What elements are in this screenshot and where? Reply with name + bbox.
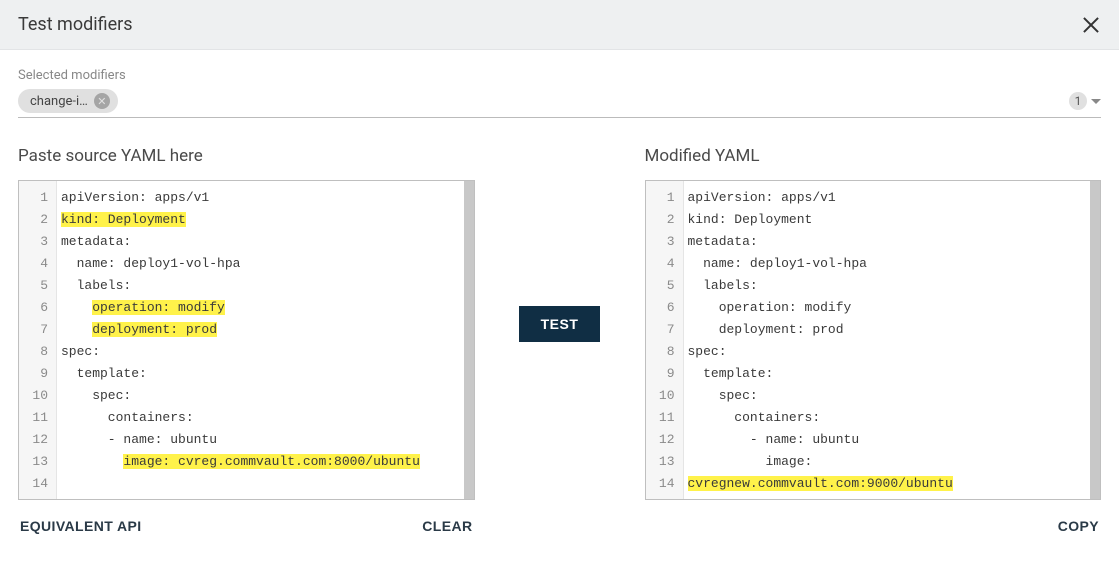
selected-modifiers-field[interactable]: change-i… ✕ 1 bbox=[18, 89, 1101, 118]
modified-code: apiVersion: apps/v1kind: Deploymentmetad… bbox=[684, 181, 1091, 499]
dialog-title: Test modifiers bbox=[18, 14, 133, 35]
selected-modifiers-label: Selected modifiers bbox=[18, 68, 1101, 83]
clear-button[interactable]: CLEAR bbox=[420, 514, 474, 538]
code-line: deployment: prod bbox=[688, 319, 1085, 341]
expand-modifiers-caret[interactable] bbox=[1091, 99, 1101, 104]
source-yaml-title: Paste source YAML here bbox=[18, 146, 475, 166]
code-line: operation: modify bbox=[61, 297, 458, 319]
modified-yaml-title: Modified YAML bbox=[645, 146, 1102, 166]
code-line: operation: modify bbox=[688, 297, 1085, 319]
code-line: apiVersion: apps/v1 bbox=[61, 187, 458, 209]
code-line: name: deploy1-vol-hpa bbox=[61, 253, 458, 275]
code-line: kind: Deployment bbox=[61, 209, 458, 231]
code-line: deployment: prod bbox=[61, 319, 458, 341]
code-line bbox=[61, 473, 458, 495]
code-line: spec: bbox=[688, 341, 1085, 363]
copy-button[interactable]: COPY bbox=[1056, 514, 1101, 538]
modified-scrollbar[interactable] bbox=[1090, 181, 1100, 499]
code-line: labels: bbox=[688, 275, 1085, 297]
code-line: metadata: bbox=[688, 231, 1085, 253]
code-line: spec: bbox=[688, 385, 1085, 407]
close-icon[interactable] bbox=[1081, 15, 1101, 35]
code-line: image: bbox=[688, 451, 1085, 473]
code-line: image: cvreg.commvault.com:8000/ubuntu bbox=[61, 451, 458, 473]
code-line: metadata: bbox=[61, 231, 458, 253]
modifier-chip[interactable]: change-i… ✕ bbox=[18, 89, 118, 113]
chip-remove-icon[interactable]: ✕ bbox=[94, 93, 110, 109]
source-code[interactable]: apiVersion: apps/v1kind: Deploymentmetad… bbox=[57, 181, 464, 499]
test-button[interactable]: TEST bbox=[519, 306, 601, 342]
dialog-header: Test modifiers bbox=[0, 0, 1119, 50]
code-line: spec: bbox=[61, 385, 458, 407]
modified-yaml-viewer: 1234567891011121314 apiVersion: apps/v1k… bbox=[645, 180, 1102, 500]
code-line: cvregnew.commvault.com:9000/ubuntu bbox=[688, 473, 1085, 495]
code-line: apiVersion: apps/v1 bbox=[688, 187, 1085, 209]
code-line: kind: Deployment bbox=[688, 209, 1085, 231]
modifiers-count-badge: 1 bbox=[1069, 92, 1087, 110]
code-line: template: bbox=[688, 363, 1085, 385]
code-line: - name: ubuntu bbox=[688, 429, 1085, 451]
code-line: - name: ubuntu bbox=[61, 429, 458, 451]
modified-gutter: 1234567891011121314 bbox=[646, 181, 684, 499]
code-line: containers: bbox=[61, 407, 458, 429]
source-scrollbar[interactable] bbox=[464, 181, 474, 499]
code-line: containers: bbox=[688, 407, 1085, 429]
code-line: spec: bbox=[61, 341, 458, 363]
source-gutter: 1234567891011121314 bbox=[19, 181, 57, 499]
code-line: name: deploy1-vol-hpa bbox=[688, 253, 1085, 275]
equivalent-api-button[interactable]: EQUIVALENT API bbox=[18, 514, 144, 538]
source-yaml-editor[interactable]: 1234567891011121314 apiVersion: apps/v1k… bbox=[18, 180, 475, 500]
modifier-chip-label: change-i… bbox=[30, 94, 88, 109]
code-line: labels: bbox=[61, 275, 458, 297]
code-line: template: bbox=[61, 363, 458, 385]
